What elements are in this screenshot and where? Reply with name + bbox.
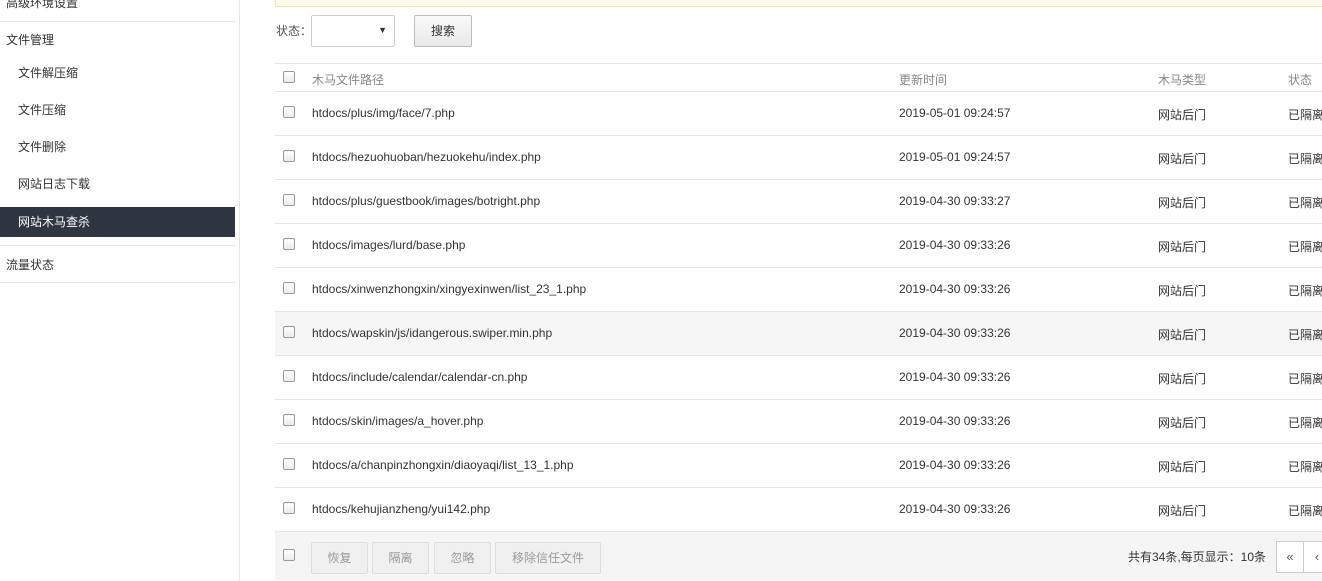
trojan-type: 网站后门	[1158, 152, 1207, 166]
footer-select-all-checkbox[interactable]	[283, 549, 295, 561]
table-row[interactable]: htdocs/a/chanpinzhongxin/diaoyaqi/list_1…	[275, 444, 1322, 488]
status-text: 已隔离	[1288, 196, 1322, 210]
status-text: 已隔离	[1288, 504, 1322, 518]
file-path: htdocs/hezuohuoban/hezuokehu/index.php	[312, 150, 541, 164]
file-path: htdocs/skin/images/a_hover.php	[312, 414, 484, 428]
trojan-type: 网站后门	[1158, 416, 1207, 430]
remove-trusted-file-button[interactable]: 移除信任文件	[495, 542, 601, 574]
status-text: 已隔离	[1288, 152, 1322, 166]
trojan-table: 木马文件路径 更新时间 木马类型 状态 htdocs/plus/img/face…	[275, 63, 1322, 580]
file-path: htdocs/include/calendar/calendar-cn.php	[312, 370, 528, 384]
table-footer: 恢复 隔离 忽略 移除信任文件 共有34条,每页显示：10条 « ‹	[275, 532, 1322, 580]
row-checkbox[interactable]	[283, 458, 295, 470]
table-row[interactable]: htdocs/plus/guestbook/images/botright.ph…	[275, 180, 1322, 224]
first-page-button[interactable]: «	[1276, 541, 1304, 573]
status-filter-label: 状态：	[276, 24, 313, 38]
status-filter-select[interactable]: ▼	[311, 15, 395, 47]
file-path: htdocs/a/chanpinzhongxin/diaoyaqi/list_1…	[312, 458, 574, 472]
row-checkbox[interactable]	[283, 414, 295, 426]
update-time: 2019-04-30 09:33:26	[899, 238, 1011, 252]
update-time: 2019-04-30 09:33:27	[899, 194, 1011, 208]
trojan-type: 网站后门	[1158, 504, 1207, 518]
update-time: 2019-04-30 09:33:26	[899, 414, 1011, 428]
sidebar-item-delete[interactable]: 文件删除	[0, 129, 235, 165]
file-path: htdocs/plus/img/face/7.php	[312, 106, 455, 120]
row-checkbox[interactable]	[283, 238, 295, 250]
notice-banner	[275, 0, 1322, 7]
update-time: 2019-04-30 09:33:26	[899, 370, 1011, 384]
file-path: htdocs/images/lurd/base.php	[312, 238, 466, 252]
ignore-button[interactable]: 忽略	[434, 542, 491, 574]
restore-button[interactable]: 恢复	[311, 542, 368, 574]
dropdown-arrow-icon: ▼	[378, 25, 387, 35]
row-checkbox[interactable]	[283, 282, 295, 294]
column-header-status: 状态	[1288, 73, 1313, 87]
row-checkbox[interactable]	[283, 370, 295, 382]
row-checkbox[interactable]	[283, 502, 295, 514]
update-time: 2019-04-30 09:33:26	[899, 282, 1011, 296]
file-path: htdocs/xinwenzhongxin/xingyexinwen/list_…	[312, 282, 587, 296]
sidebar-item-log-download[interactable]: 网站日志下载	[0, 166, 235, 202]
pagination-total: 共有34条,每页显示：10条	[1128, 550, 1267, 564]
table-row[interactable]: htdocs/xinwenzhongxin/xingyexinwen/list_…	[275, 268, 1322, 312]
row-checkbox[interactable]	[283, 150, 295, 162]
sidebar-item-unzip[interactable]: 文件解压缩	[0, 55, 235, 91]
file-path: htdocs/kehujianzheng/yui142.php	[312, 502, 491, 516]
trojan-type: 网站后门	[1158, 108, 1207, 122]
update-time: 2019-05-01 09:24:57	[899, 106, 1011, 120]
table-header: 木马文件路径 更新时间 木马类型 状态	[275, 63, 1322, 92]
update-time: 2019-04-30 09:33:26	[899, 502, 1011, 516]
select-all-checkbox[interactable]	[283, 71, 295, 83]
trojan-type: 网站后门	[1158, 372, 1207, 386]
table-row[interactable]: htdocs/skin/images/a_hover.php 2019-04-30…	[275, 400, 1322, 444]
status-text: 已隔离	[1288, 284, 1322, 298]
sidebar-group-traffic-status[interactable]: 流量状态	[0, 245, 235, 283]
status-text: 已隔离	[1288, 108, 1322, 122]
prev-page-button[interactable]: ‹	[1303, 541, 1322, 573]
sidebar-group-file-management[interactable]: 文件管理	[0, 22, 235, 58]
column-header-type: 木马类型	[1158, 73, 1207, 87]
sidebar-item-advanced-settings[interactable]: 高级环境设置	[0, 0, 235, 22]
sidebar-item-compress[interactable]: 文件压缩	[0, 92, 235, 128]
status-text: 已隔离	[1288, 416, 1322, 430]
update-time: 2019-05-01 09:24:57	[899, 150, 1011, 164]
column-header-path: 木马文件路径	[312, 73, 385, 87]
trojan-type: 网站后门	[1158, 196, 1207, 210]
table-body: htdocs/plus/img/face/7.php 2019-05-01 09:…	[275, 92, 1322, 532]
trojan-type: 网站后门	[1158, 240, 1207, 254]
row-checkbox[interactable]	[283, 326, 295, 338]
table-row[interactable]: htdocs/wapskin/js/idangerous.swiper.min.…	[275, 312, 1322, 356]
sidebar: 高级环境设置 文件管理 文件解压缩 文件压缩 文件删除 网站日志下载 网站木马查…	[0, 0, 240, 581]
file-path: htdocs/plus/guestbook/images/botright.ph…	[312, 194, 541, 208]
sidebar-item-trojan-scan[interactable]: 网站木马查杀	[0, 207, 235, 237]
status-text: 已隔离	[1288, 328, 1322, 342]
update-time: 2019-04-30 09:33:26	[899, 458, 1011, 472]
table-row[interactable]: htdocs/include/calendar/calendar-cn.php 2…	[275, 356, 1322, 400]
file-path: htdocs/wapskin/js/idangerous.swiper.min.…	[312, 326, 553, 340]
status-text: 已隔离	[1288, 460, 1322, 474]
table-row[interactable]: htdocs/kehujianzheng/yui142.php 2019-04-3…	[275, 488, 1322, 532]
trojan-type: 网站后门	[1158, 284, 1207, 298]
table-row[interactable]: htdocs/plus/img/face/7.php 2019-05-01 09:…	[275, 92, 1322, 136]
status-text: 已隔离	[1288, 240, 1322, 254]
trojan-type: 网站后门	[1158, 328, 1207, 342]
quarantine-button[interactable]: 隔离	[372, 542, 429, 574]
update-time: 2019-04-30 09:33:26	[899, 326, 1011, 340]
row-checkbox[interactable]	[283, 194, 295, 206]
status-text: 已隔离	[1288, 372, 1322, 386]
table-row[interactable]: htdocs/hezuohuoban/hezuokehu/index.php 20…	[275, 136, 1322, 180]
table-row[interactable]: htdocs/images/lurd/base.php 2019-04-30 09…	[275, 224, 1322, 268]
row-checkbox[interactable]	[283, 106, 295, 118]
trojan-type: 网站后门	[1158, 460, 1207, 474]
search-button[interactable]: 搜索	[414, 15, 472, 47]
column-header-time[interactable]: 更新时间	[899, 71, 947, 88]
